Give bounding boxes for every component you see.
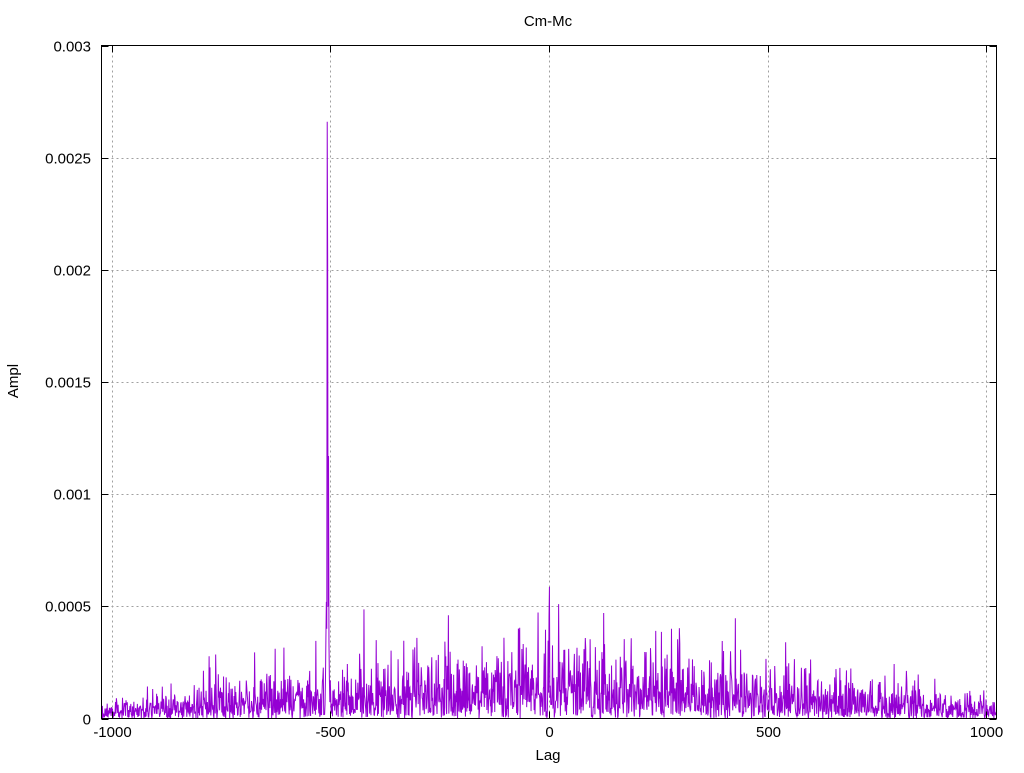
x-axis-label: Lag: [535, 747, 560, 764]
x-tick-label: -500: [315, 724, 345, 741]
ticks: -1000 -500 0 500 1000 0 0.0005 0.001 0.0015 0.002…: [45, 39, 1003, 742]
chart: -1000 -500 0 500 1000 0 0.0005 0.001 0.0015 0.002…: [5, 13, 1003, 764]
y-tick-label: 0.0025: [45, 151, 91, 168]
y-tick-label: 0.002: [53, 263, 91, 280]
y-tick-label: 0.0015: [45, 375, 91, 392]
x-tick-label: 1000: [970, 724, 1003, 741]
x-tick-label: 0: [545, 724, 553, 741]
y-tick-label: 0.0005: [45, 599, 91, 616]
y-tick-label: 0: [83, 712, 91, 729]
chart-title: Cm-Mc: [524, 13, 573, 30]
y-tick-label: 0.003: [53, 39, 91, 56]
y-tick-label: 0.001: [53, 487, 91, 504]
y-axis-label: Ampl: [5, 364, 22, 398]
x-tick-label: -1000: [93, 724, 131, 741]
x-tick-label: 500: [756, 724, 781, 741]
